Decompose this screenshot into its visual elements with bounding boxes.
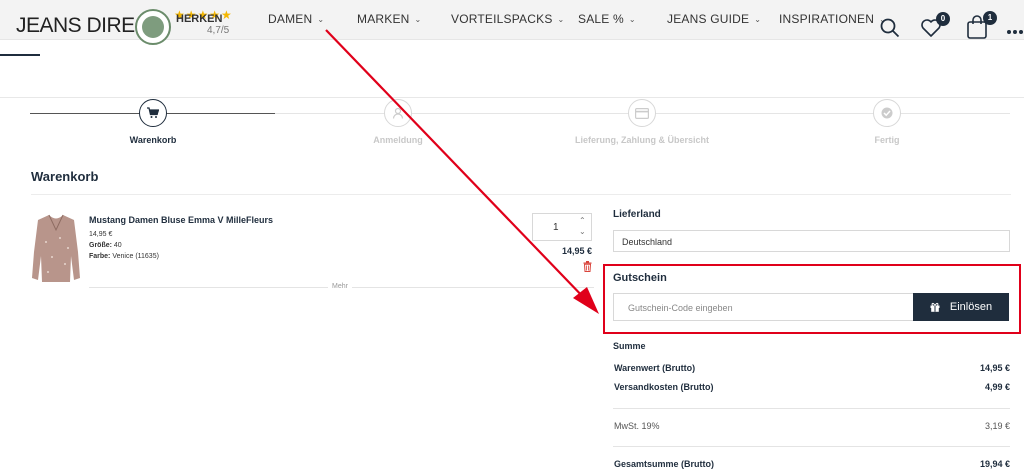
line-total: 14,95 €: [562, 246, 593, 256]
product-unit-price: 14,95 €: [89, 231, 113, 238]
step-label-lieferung: Lieferung, Zahlung & Übersicht: [574, 135, 709, 145]
voucher-label: Gutschein: [613, 272, 667, 284]
site-header: JEANS DIRECT ★★★★★ HERKEN 4,7/5 DAMEN ⌄ M…: [0, 0, 1024, 45]
chevron-down-icon[interactable]: ⌄: [579, 227, 586, 236]
step-payment-circle: [628, 99, 656, 127]
wishlist-count-badge: 0: [936, 12, 950, 26]
delete-trash-icon[interactable]: [583, 259, 592, 277]
section-divider: [0, 97, 1024, 98]
sum-label: Summe: [613, 341, 646, 351]
nav-item-damen[interactable]: DAMEN ⌄: [268, 12, 324, 26]
subtotal-row: Warenwert (Brutto) 14,95 €: [614, 363, 1010, 373]
sum-divider: [613, 408, 1010, 409]
nav-item-inspirationen[interactable]: INSPIRATIONEN ⌄: [779, 12, 886, 26]
chevron-down-icon: ⌄: [414, 15, 422, 24]
check-icon: [881, 107, 893, 119]
nav-item-marken[interactable]: MARKEN ⌄: [357, 12, 421, 26]
step-label-fertig: Fertig: [874, 135, 900, 145]
chevron-down-icon: ⌄: [628, 15, 636, 24]
product-color: Farbe: Venice (11635): [89, 253, 159, 260]
more-link[interactable]: Mehr: [328, 283, 352, 290]
nav-item-vorteilspacks[interactable]: VORTEILSPACKS ⌄: [451, 12, 564, 26]
nav-item-sale[interactable]: SALE % ⌄: [578, 12, 636, 26]
country-label: Lieferland: [613, 209, 661, 220]
chevron-up-icon[interactable]: ⌃: [579, 216, 586, 225]
step-label-warenkorb: Warenkorb: [129, 135, 177, 145]
chevron-down-icon: ⌄: [557, 15, 565, 24]
redeem-voucher-button[interactable]: Einlösen: [913, 293, 1009, 321]
product-size: Größe: 40: [89, 242, 122, 249]
nav-item-jeans-guide[interactable]: JEANS GUIDE ⌄: [667, 12, 761, 26]
product-name[interactable]: Mustang Damen Bluse Emma V MilleFleurs: [89, 215, 273, 225]
cart-icon: [147, 107, 159, 118]
total-divider: [613, 446, 1010, 447]
trust-seal-icon[interactable]: [135, 9, 171, 45]
shipping-row: Versandkosten (Brutto) 4,99 €: [614, 382, 1010, 392]
quantity-stepper[interactable]: 1 ⌃ ⌄: [532, 213, 592, 241]
step-cart-circle: [139, 99, 167, 127]
step-done-circle: [873, 99, 901, 127]
rating-label: HERKEN: [176, 13, 223, 25]
chevron-down-icon: ⌄: [754, 15, 762, 24]
title-divider: [31, 194, 1011, 195]
gift-icon: [930, 302, 940, 312]
quantity-value: 1: [553, 222, 559, 233]
chevron-down-icon: ⌄: [317, 15, 325, 24]
credit-card-icon: [635, 107, 649, 119]
voucher-code-input[interactable]: Gutschein-Code eingeben: [613, 293, 914, 321]
step-login-circle: [384, 99, 412, 127]
vat-row: MwSt. 19% 3,19 €: [614, 421, 1010, 431]
cart-count-badge: 1: [983, 11, 997, 25]
grand-total-row: Gesamtsumme (Brutto) 19,94 €: [614, 459, 1010, 469]
country-select[interactable]: Deutschland: [613, 230, 1010, 252]
header-accent-line: [0, 54, 40, 56]
step-label-anmeldung: Anmeldung: [373, 135, 423, 145]
search-icon[interactable]: [880, 18, 900, 43]
user-icon: [392, 107, 404, 119]
product-image[interactable]: [30, 212, 82, 284]
more-dots-icon[interactable]: [1006, 22, 1024, 40]
page-title: Warenkorb: [31, 169, 99, 184]
rating-value: 4,7/5: [207, 25, 230, 36]
